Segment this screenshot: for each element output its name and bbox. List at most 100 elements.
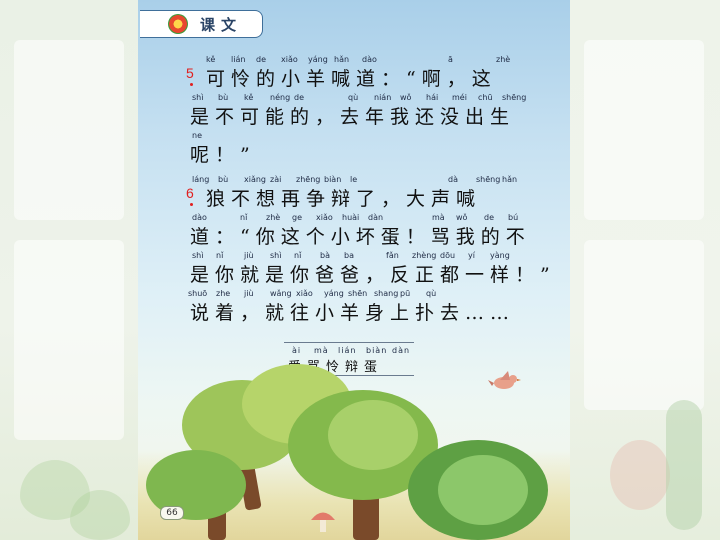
- pinyin-annotation: láng: [192, 175, 210, 184]
- pinyin-annotation: shēng: [502, 93, 527, 102]
- pinyin-annotation: zài: [270, 175, 282, 184]
- pinyin-annotation: zhēng: [296, 175, 321, 184]
- faded-children-illustration: [610, 440, 670, 510]
- pinyin-annotation: shì: [270, 251, 282, 260]
- text-line: 是你就是你爸爸，反正都一样！”: [190, 264, 556, 286]
- pinyin-annotation: zhè: [496, 55, 511, 64]
- pinyin-annotation: ne: [192, 131, 202, 140]
- mushroom-icon: [311, 512, 335, 532]
- pinyin-annotation: wǒ: [400, 93, 412, 102]
- vocabulary-pinyin-item: lián: [338, 346, 357, 355]
- pinyin-annotation: zhèng: [412, 251, 437, 260]
- pinyin-annotation: nǐ: [294, 251, 302, 260]
- right-background: [570, 0, 720, 540]
- pinyin-annotation: zhe: [216, 289, 231, 298]
- pinyin-annotation: kě: [244, 93, 254, 102]
- pinyin-annotation: nǐ: [240, 213, 248, 222]
- pinyin-annotation: yáng: [324, 289, 344, 298]
- faded-plant-illustration: [70, 490, 130, 540]
- pinyin-annotation: shang: [374, 289, 399, 298]
- tree-foliage: [438, 455, 528, 525]
- pinyin-annotation: nǐ: [216, 251, 224, 260]
- pinyin-annotation: ba: [344, 251, 354, 260]
- pinyin-annotation: wǒ: [456, 213, 468, 222]
- faded-card: [14, 240, 124, 440]
- pinyin-annotation: xiǎo: [281, 55, 298, 64]
- left-background: [0, 0, 138, 540]
- pinyin-annotation: méi: [452, 93, 467, 102]
- pinyin-annotation: xiǎo: [296, 289, 313, 298]
- pinyin-annotation: le: [350, 175, 358, 184]
- vocabulary-pinyin-item: mà: [314, 346, 329, 355]
- faded-cactus-illustration: [666, 400, 702, 530]
- pinyin-annotation: xiǎng: [244, 175, 267, 184]
- page-number: 66: [160, 506, 184, 520]
- pinyin-annotation: bà: [320, 251, 330, 260]
- text-line: 呢！”: [190, 144, 256, 166]
- textbook-page: 课文 5 kě lián de xiǎo yáng hǎn dào ā zhè 可怜的小羊喊道：“啊…: [138, 0, 570, 540]
- pinyin-annotation: shì: [192, 251, 204, 260]
- pinyin-annotation: hǎn: [502, 175, 518, 184]
- paragraph-marker-dot: [190, 83, 193, 86]
- divider: [284, 342, 414, 343]
- text-line: 是不可能的，去年我还没出生: [190, 106, 516, 128]
- pinyin-annotation: de: [294, 93, 304, 102]
- text-line: 可怜的小羊喊道：“啊，这: [206, 68, 497, 90]
- pinyin-annotation: néng: [270, 93, 291, 102]
- paragraph-number: 6: [186, 185, 194, 201]
- text-line: 狼不想再争辩了，大声喊: [206, 188, 482, 210]
- lesson-header: 课文: [140, 10, 263, 38]
- pinyin-annotation: jiù: [244, 289, 254, 298]
- pinyin-annotation: yáng: [308, 55, 328, 64]
- pinyin-annotation: dào: [192, 213, 207, 222]
- paragraph-number: 5: [186, 65, 194, 81]
- pinyin-annotation: nián: [374, 93, 392, 102]
- pinyin-annotation: dà: [448, 175, 458, 184]
- header-title: 课文: [200, 16, 243, 34]
- pinyin-annotation: bú: [508, 213, 519, 222]
- pinyin-annotation: shì: [192, 93, 204, 102]
- pinyin-annotation: dàn: [368, 213, 384, 222]
- faded-card: [584, 240, 704, 410]
- pinyin-annotation: pū: [400, 289, 411, 298]
- vocabulary-pinyin-item: biàn: [366, 346, 388, 355]
- pinyin-annotation: shēn: [348, 289, 368, 298]
- pinyin-annotation: wǎng: [270, 289, 292, 298]
- pinyin-annotation: shēng: [476, 175, 501, 184]
- pinyin-annotation: huài: [342, 213, 360, 222]
- vocabulary-pinyin-item: ài: [292, 346, 302, 355]
- pinyin-annotation: ā: [448, 55, 453, 64]
- pinyin-annotation: lián: [231, 55, 246, 64]
- pinyin-annotation: biàn: [324, 175, 342, 184]
- pinyin-annotation: bù: [218, 175, 229, 184]
- pinyin-annotation: zhè: [266, 213, 281, 222]
- bird-icon: [488, 371, 521, 389]
- text-line: 道：“你这个小坏蛋！骂我的不: [190, 226, 531, 248]
- pinyin-annotation: de: [256, 55, 266, 64]
- flower-icon: [168, 14, 188, 34]
- pinyin-annotation: mà: [432, 213, 445, 222]
- pinyin-annotation: ge: [292, 213, 302, 222]
- vocabulary-pinyin-item: dàn: [392, 346, 411, 355]
- pinyin-annotation: hái: [426, 93, 439, 102]
- pinyin-annotation: de: [484, 213, 494, 222]
- pinyin-annotation: hǎn: [334, 55, 350, 64]
- pinyin-annotation: dōu: [440, 251, 456, 260]
- pinyin-annotation: yí: [468, 251, 475, 260]
- pinyin-annotation: qù: [348, 93, 359, 102]
- pinyin-annotation: yàng: [490, 251, 510, 260]
- pinyin-annotation: jiù: [244, 251, 254, 260]
- paragraph-marker-dot: [190, 203, 193, 206]
- pinyin-annotation: bù: [218, 93, 229, 102]
- text-line: 说着，就往小羊身上扑去……: [190, 302, 516, 324]
- faded-card: [14, 40, 124, 220]
- pinyin-annotation: fǎn: [386, 251, 399, 260]
- tree-foliage: [328, 400, 418, 470]
- pinyin-annotation: shuō: [188, 289, 208, 298]
- faded-card: [584, 40, 704, 220]
- pinyin-annotation: qù: [426, 289, 437, 298]
- pinyin-annotation: chū: [478, 93, 493, 102]
- pinyin-annotation: kě: [206, 55, 216, 64]
- pinyin-annotation: dào: [362, 55, 377, 64]
- pinyin-annotation: xiǎo: [316, 213, 333, 222]
